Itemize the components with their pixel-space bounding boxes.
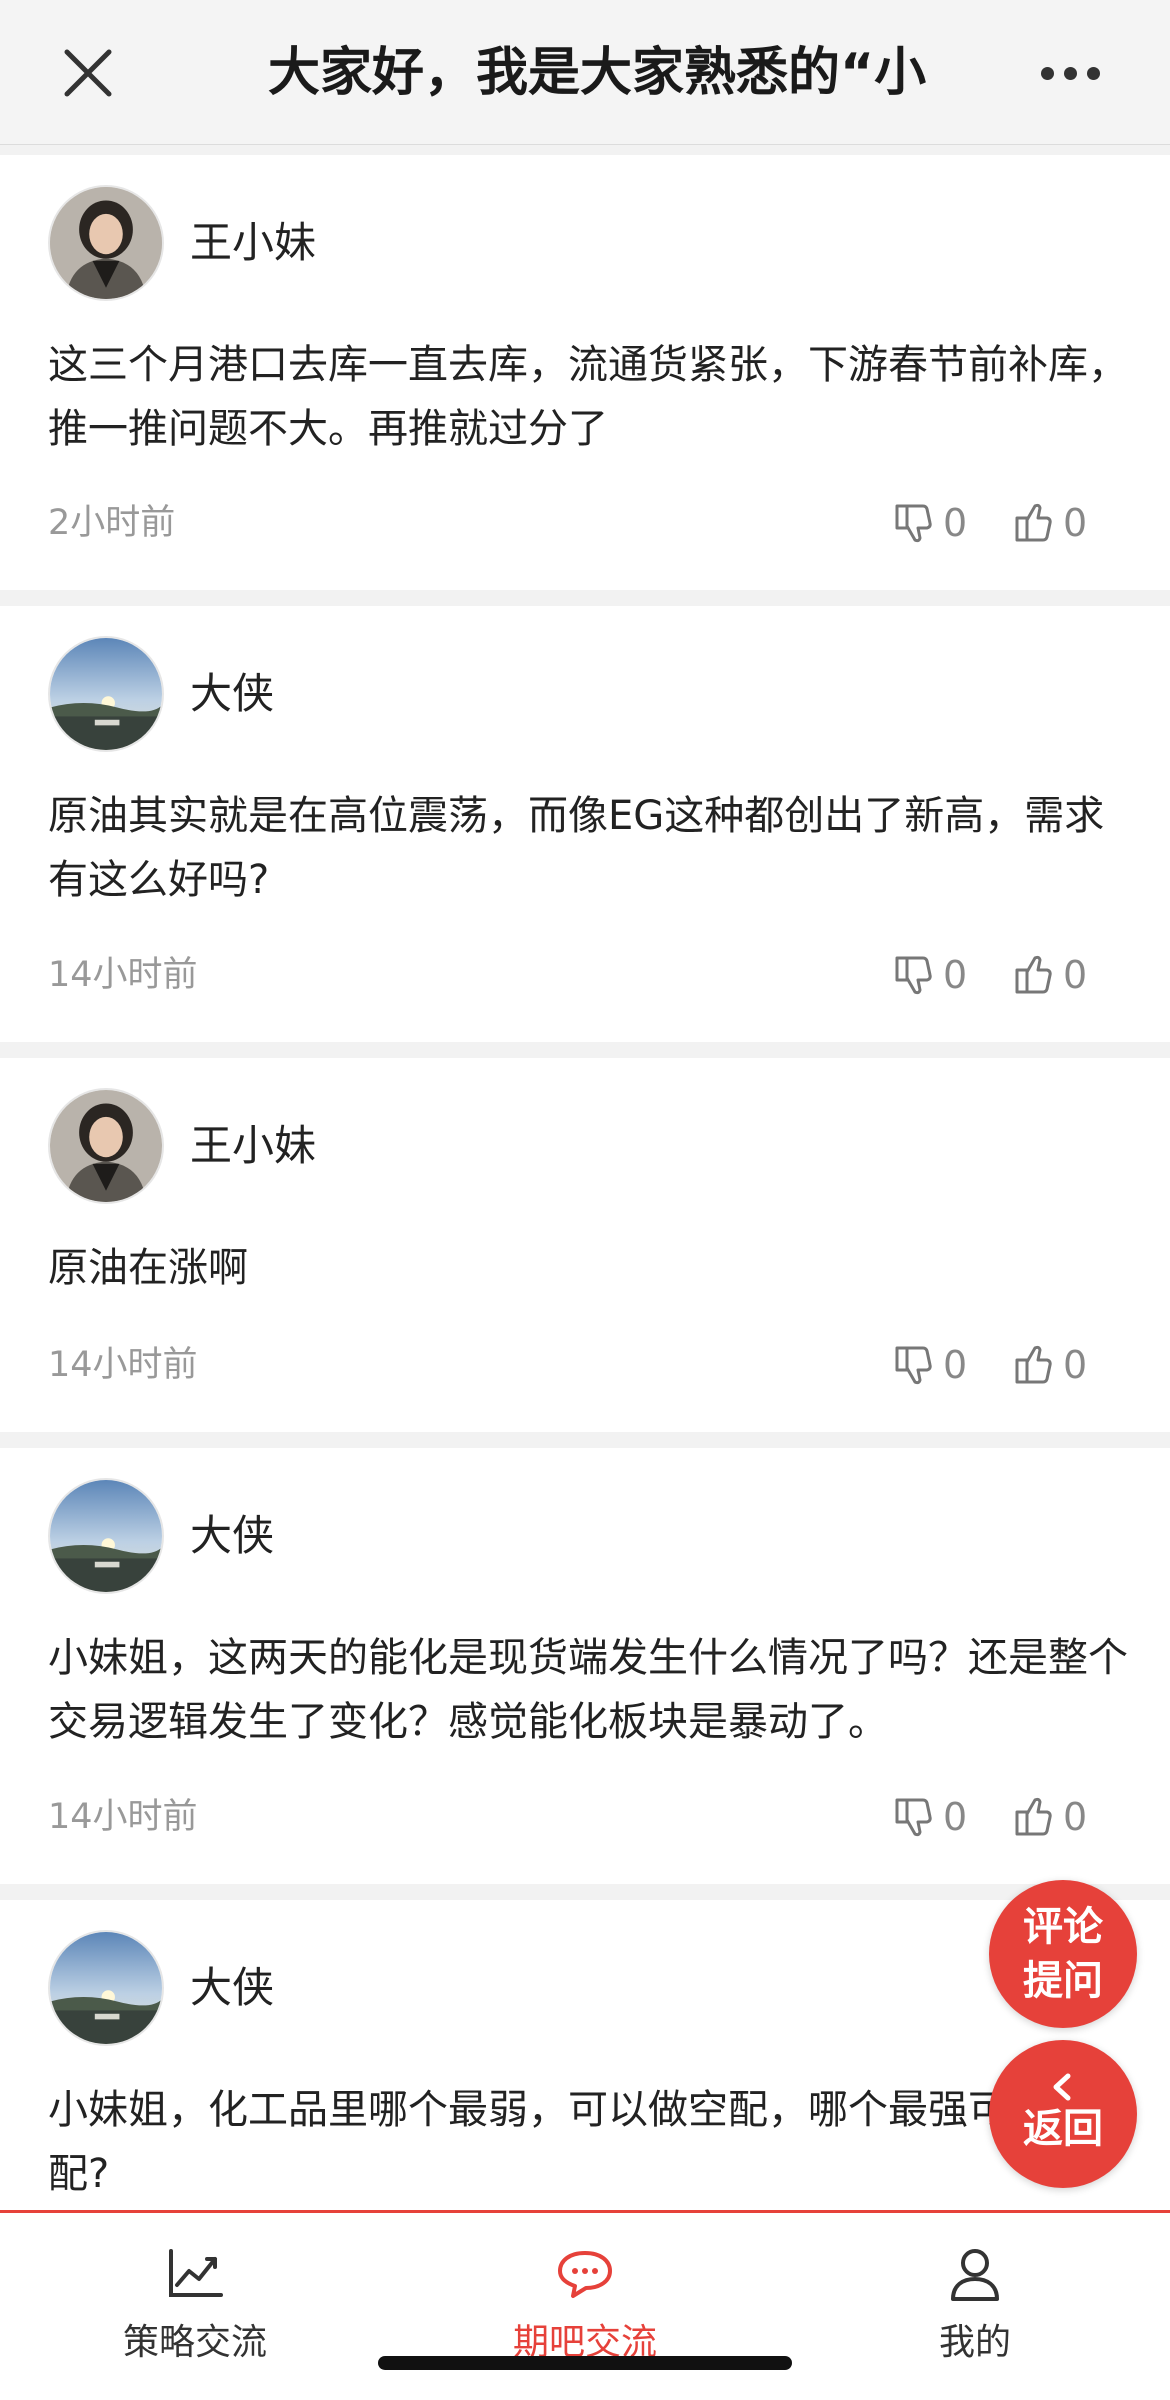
home-indicator: [378, 2356, 792, 2370]
thumbs-down-icon: [895, 504, 932, 543]
trend-chart-icon: [169, 2249, 223, 2297]
comment-content: 小妹姐，化工品里哪个最弱，可以做空配，哪个最强可以做多配?: [48, 2087, 1128, 2197]
comment-ask-label-line2: 提问: [1023, 1958, 1103, 2004]
comment-username[interactable]: 大侠: [190, 1958, 274, 2018]
comment-content: 小妹姐，这两天的能化是现货端发生什么情况了吗？还是整个交易逻辑发生了变化？感觉能…: [48, 1635, 1128, 1745]
comment-username[interactable]: 王小妹: [190, 1116, 316, 1176]
comment-username[interactable]: 大侠: [190, 664, 274, 724]
more-button[interactable]: [1020, 38, 1120, 108]
comment-time: 2小时前: [48, 503, 176, 543]
avatar-landscape-image: [50, 1480, 162, 1592]
comment-card: 大侠 原油其实就是在高位震荡，而像EG这种都创出了新高，需求有这么好吗? 14小…: [0, 606, 1170, 1042]
more-icon-dot: [1086, 66, 1100, 80]
dislike-count: 0: [943, 1343, 968, 1387]
like-count: 0: [1063, 953, 1088, 997]
top-bar: 大家好，我是大家熟悉的“小: [0, 0, 1170, 145]
comment-feed[interactable]: 王小妹 这三个月港口去库一直去库，流通货紧张，下游春节前补库，推一推问题不大。再…: [0, 155, 1170, 2214]
comment-card: 王小妹 这三个月港口去库一直去库，流通货紧张，下游春节前补库，推一推问题不大。再…: [0, 155, 1170, 590]
thumbs-down-icon: [895, 956, 932, 995]
avatar-woman-image: [50, 1090, 162, 1202]
thumbs-up-icon: [1015, 503, 1052, 542]
thumbs-down-icon: [895, 1346, 932, 1385]
comment-username[interactable]: 王小妹: [190, 213, 316, 273]
dislike-button[interactable]: 0: [893, 950, 967, 1000]
comment-time: 14小时前: [48, 955, 198, 995]
comment-card: 王小妹 原油在涨啊 14小时前 0 0: [0, 1058, 1170, 1432]
avatar-woman-image: [50, 187, 162, 299]
avatar[interactable]: [48, 636, 164, 752]
user-icon: [951, 2249, 999, 2301]
dislike-count: 0: [943, 953, 968, 997]
thumbs-up-icon: [1015, 955, 1052, 994]
like-button[interactable]: 0: [1013, 1792, 1087, 1842]
tab-futures-forum[interactable]: 期吧交流: [460, 2243, 710, 2373]
avatar[interactable]: [48, 1930, 164, 2046]
dislike-button[interactable]: 0: [893, 1792, 967, 1842]
back-button[interactable]: 返回: [989, 2040, 1137, 2188]
comment-card: 大侠 小妹姐，这两天的能化是现货端发生什么情况了吗？还是整个交易逻辑发生了变化？…: [0, 1448, 1170, 1884]
dislike-count: 0: [943, 1795, 968, 1839]
chevron-left-icon: [1053, 2073, 1071, 2101]
close-button[interactable]: [50, 35, 126, 111]
comment-username[interactable]: 大侠: [190, 1506, 274, 1566]
like-button[interactable]: 0: [1013, 498, 1087, 548]
comment-ask-label-line1: 评论: [1023, 1904, 1103, 1950]
like-count: 0: [1063, 1343, 1088, 1387]
avatar[interactable]: [48, 185, 164, 301]
like-count: 0: [1063, 501, 1088, 545]
avatar-landscape-image: [50, 638, 162, 750]
bottom-tab-bar: 策略交流 期吧交流 我的: [0, 2210, 1170, 2400]
tab-label: 我的: [938, 2322, 1011, 2363]
comment-content: 原油在涨啊: [48, 1245, 248, 1291]
more-icon: [1040, 66, 1054, 80]
thumbs-up-icon: [1015, 1797, 1052, 1836]
tab-strategy[interactable]: 策略交流: [70, 2243, 320, 2373]
tab-mine[interactable]: 我的: [850, 2243, 1100, 2373]
back-label: 返回: [1023, 2106, 1103, 2152]
thumbs-down-icon: [895, 1798, 932, 1837]
more-icon-dot: [1063, 66, 1077, 80]
like-button[interactable]: 0: [1013, 950, 1087, 1000]
comment-time: 14小时前: [48, 1797, 198, 1837]
like-count: 0: [1063, 1795, 1088, 1839]
comment-content: 原油其实就是在高位震荡，而像EG这种都创出了新高，需求有这么好吗?: [48, 793, 1105, 903]
avatar[interactable]: [48, 1088, 164, 1204]
like-button[interactable]: 0: [1013, 1340, 1087, 1390]
avatar[interactable]: [48, 1478, 164, 1594]
close-icon: [64, 49, 112, 97]
dislike-button[interactable]: 0: [893, 1340, 967, 1390]
chat-bubble-icon: [558, 2251, 612, 2298]
comment-content: 这三个月港口去库一直去库，流通货紧张，下游春节前补库，推一推问题不大。再推就过分…: [48, 342, 1128, 452]
tab-label: 策略交流: [122, 2322, 267, 2363]
dislike-count: 0: [943, 501, 968, 545]
thumbs-up-icon: [1015, 1345, 1052, 1384]
dislike-button[interactable]: 0: [893, 498, 967, 548]
page-title: 大家好，我是大家熟悉的“小: [268, 43, 926, 103]
comment-time: 14小时前: [48, 1345, 198, 1385]
comment-ask-button[interactable]: 评论 提问: [989, 1880, 1137, 2028]
avatar-landscape-image: [50, 1932, 162, 2044]
